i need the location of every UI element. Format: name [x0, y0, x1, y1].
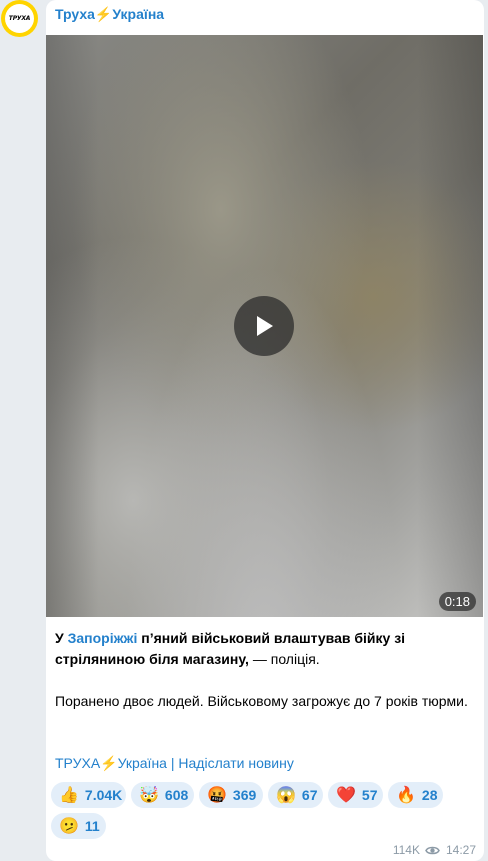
- reaction-screaming-face[interactable]: 😱 67: [268, 782, 323, 808]
- submit-news-link[interactable]: Надіслати новину: [178, 755, 293, 771]
- screaming-face-icon: 😱: [276, 787, 296, 804]
- eye-icon: [425, 846, 440, 854]
- channel-name-part2: Україна: [112, 6, 165, 22]
- channel-name-part1: Труха: [55, 6, 95, 22]
- play-button[interactable]: [234, 296, 294, 356]
- channel-link[interactable]: ТРУХА⚡Україна: [55, 755, 167, 771]
- reaction-count: 57: [361, 787, 378, 803]
- reaction-heart[interactable]: ❤️ 57: [328, 782, 383, 808]
- reaction-fire[interactable]: 🔥 28: [388, 782, 443, 808]
- channel-link-part1: ТРУХА: [55, 755, 101, 771]
- reaction-thumbs-up[interactable]: 👍 7.04K: [51, 782, 126, 808]
- thumbs-up-icon: 👍: [59, 787, 79, 804]
- reaction-count: 11: [84, 818, 100, 834]
- fire-icon: 🔥: [396, 787, 416, 804]
- reaction-count: 7.04K: [84, 787, 123, 803]
- reaction-swearing-face[interactable]: 🤬 369: [199, 782, 263, 808]
- channel-name[interactable]: Труха⚡Україна: [55, 6, 164, 23]
- reaction-count: 369: [232, 787, 257, 803]
- reaction-diagonal-mouth[interactable]: 🫤 11: [51, 813, 106, 839]
- video-preview[interactable]: 0:18: [46, 35, 483, 617]
- reaction-count: 608: [164, 787, 189, 803]
- swearing-face-icon: 🤬: [207, 787, 227, 804]
- diagonal-mouth-face-icon: 🫤: [59, 818, 79, 835]
- exploding-head-icon: 🤯: [139, 787, 159, 804]
- post-paragraph-1: У Запоріжжі п’яний військовий влаштував …: [55, 628, 475, 670]
- channel-avatar[interactable]: ТРУХА: [1, 0, 38, 37]
- message-meta: 114K 14:27: [393, 843, 476, 857]
- message-time: 14:27: [445, 843, 476, 857]
- post-text: У Запоріжжі п’яний військовий влаштував …: [55, 628, 475, 712]
- footer-links: ТРУХА⚡Україна | Надіслати новину: [55, 755, 294, 772]
- message-bubble: Труха⚡Україна 0:18 У Запоріжжі п’яний ві…: [46, 0, 484, 861]
- reaction-count: 67: [301, 787, 318, 803]
- reaction-exploding-head[interactable]: 🤯 608: [131, 782, 194, 808]
- link-separator: |: [166, 755, 179, 771]
- views-count: 114K: [392, 843, 420, 857]
- reaction-count: 28: [421, 787, 438, 803]
- post-p1-prefix: У: [55, 630, 68, 646]
- play-icon: [257, 316, 273, 336]
- lightning-icon: ⚡: [94, 6, 113, 22]
- video-duration: 0:18: [438, 592, 476, 611]
- heart-icon: ❤️: [336, 787, 356, 804]
- post-paragraph-2: Поранено двоє людей. Військовому загрожу…: [55, 693, 468, 709]
- location-link[interactable]: Запоріжжі: [68, 630, 138, 646]
- post-p1-suffix: — поліція.: [248, 651, 320, 667]
- avatar-logo: ТРУХА: [5, 4, 34, 33]
- lightning-icon: ⚡: [100, 755, 118, 771]
- channel-link-part2: Україна: [117, 755, 167, 771]
